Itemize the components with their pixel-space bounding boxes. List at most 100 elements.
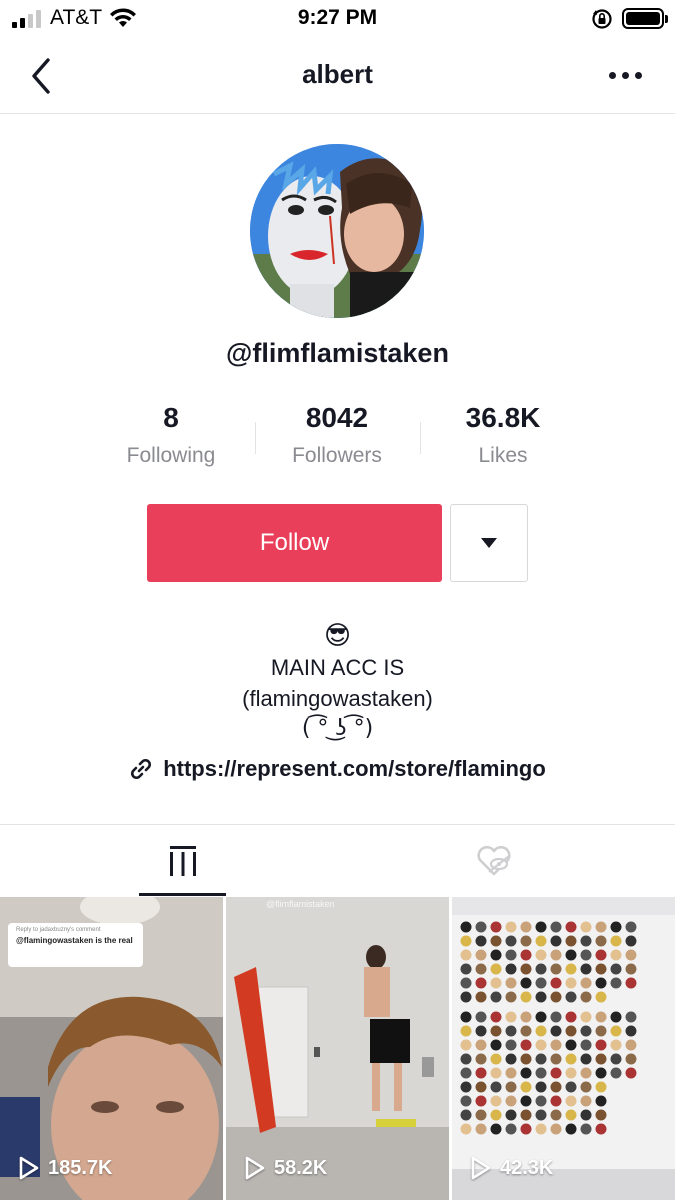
avatar-thumbnail-dot [460,1081,472,1093]
avatar-thumbnail-dot [460,1053,472,1065]
follow-button[interactable]: Follow [147,504,442,582]
avatar-thumbnail-dot [535,1067,547,1079]
avatar-thumbnail-dot [595,963,607,975]
avatar-thumbnail-dot [550,1095,562,1107]
stat-following[interactable]: 8 Following [86,400,256,468]
avatar-thumbnail-dot [505,949,517,961]
bio-lenny-face: ( ͡° ͜ʖ ͡°) [301,716,374,741]
avatar-thumbnail-dot [520,1095,532,1107]
avatar-thumbnail-dot [505,1095,517,1107]
avatar-image [250,144,424,318]
avatar-thumbnail-dot [565,1081,577,1093]
video-tile[interactable]: @flimflamistaken 58.2K [226,897,449,1200]
video-tile[interactable]: Reply to jadaxbuzny's comment @flamingow… [0,897,223,1200]
avatar-thumbnail-dot [505,1011,517,1023]
avatar-thumbnail-dot [610,949,622,961]
following-count: 8 [163,402,179,433]
avatar-thumbnail-dot [475,977,487,989]
avatar-thumbnail-dot [595,1011,607,1023]
avatar-thumbnail-dot [475,935,487,947]
avatar-thumbnail-dot [550,1109,562,1121]
avatar-thumbnail-dot [580,963,592,975]
stat-followers[interactable]: 8042 Followers [252,400,422,468]
more-options-button[interactable] [600,60,650,90]
avatar-thumbnail-dot [490,991,502,1003]
avatar[interactable] [250,144,424,318]
avatar-thumbnail-dot [460,991,472,1003]
avatar-thumbnail-dot [595,1067,607,1079]
avatar-thumbnail-dot [505,1067,517,1079]
avatar-thumbnail-dot [505,977,517,989]
avatar-thumbnail-dot [595,1095,607,1107]
play-icon [19,1156,39,1180]
status-time: 9:27 PM [297,6,378,29]
avatar-thumbnail-dot [550,1053,562,1065]
avatar-thumbnail-dot [490,977,502,989]
avatar-thumbnail-dot [490,1067,502,1079]
avatar-thumbnail-dot [535,1011,547,1023]
avatar-thumbnail-dot [610,1011,622,1023]
avatar-thumbnail-dot [595,1053,607,1065]
avatar-thumbnail-dot [535,935,547,947]
view-count: 58.2K [244,1156,327,1180]
avatar-thumbnail-dot [580,949,592,961]
link-icon [131,758,152,780]
avatar-thumbnail-dot [505,1053,517,1065]
avatar-thumbnail-dot [595,1025,607,1037]
view-count-text: 58.2K [274,1156,328,1179]
avatar-thumbnail-dot [595,1039,607,1051]
avatar-thumbnail-dot [580,1081,592,1093]
avatar-thumbnail-dot [580,1109,592,1121]
avatar-thumbnail-dot [475,1081,487,1093]
video-tile[interactable]: 42.3K [452,897,675,1200]
avatar-thumbnail-dot [610,1053,622,1065]
avatar-thumbnail-dot [550,991,562,1003]
hidden-heart-icon [476,845,511,876]
avatar-thumbnail-dot [490,963,502,975]
avatar-thumbnail-dot [490,1123,502,1135]
avatar-thumbnail-dot [610,977,622,989]
avatar-thumbnail-dot [475,1039,487,1051]
avatar-thumbnail-dot [490,1081,502,1093]
avatar-thumbnail-dot [625,1025,637,1037]
avatar-thumbnail-dot [625,949,637,961]
avatar-thumbnail-dot [595,949,607,961]
likes-label: Likes [478,444,528,467]
avatar-thumbnail-dot [520,977,532,989]
avatar-thumbnail-dot [550,1123,562,1135]
avatar-thumbnail-dot [490,935,502,947]
avatar-thumbnail-dot [535,1025,547,1037]
avatar-thumbnail-dot [595,991,607,1003]
avatar-thumbnail-dot [580,977,592,989]
more-dots-icon [608,71,616,79]
avatar-thumbnail-dot [550,949,562,961]
bio: 😎 MAIN ACC IS (flamingowastaken) ( ͡° ͜ʖ… [0,618,675,744]
avatar-thumbnail-dot [580,1025,592,1037]
avatar-thumbnail-dot [505,921,517,933]
bio-link[interactable]: https://represent.com/store/flamingo [0,756,675,782]
tab-videos[interactable] [139,825,226,897]
avatar-thumbnail-dot [550,935,562,947]
avatar-thumbnail-dot [460,1011,472,1023]
suggested-accounts-button[interactable] [450,504,528,582]
avatar-thumbnail-dot [550,963,562,975]
avatar-thumbnail-dot [610,1039,622,1051]
avatar-thumbnail-dot [475,949,487,961]
avatar-thumbnail-dot [490,1095,502,1107]
avatar-thumbnail-dot [475,1067,487,1079]
view-count: 42.3K [470,1156,553,1180]
avatar-thumbnail-dot [595,977,607,989]
avatar-thumbnail-dot [535,977,547,989]
avatar-thumbnail-dot [580,935,592,947]
avatar-thumbnail-dot [565,1025,577,1037]
avatar-thumbnail-dot [535,1039,547,1051]
avatar-thumbnail-dot [475,963,487,975]
avatar-thumbnail-dot [520,1067,532,1079]
tab-liked-videos[interactable] [450,825,537,897]
avatar-thumbnail-dot [460,1025,472,1037]
avatar-thumbnail-dot [475,921,487,933]
video-thumbnail [452,897,675,1200]
avatar-thumbnail-dot [505,1109,517,1121]
top-nav: albert [0,40,675,114]
avatar-thumbnail-dot [535,1109,547,1121]
